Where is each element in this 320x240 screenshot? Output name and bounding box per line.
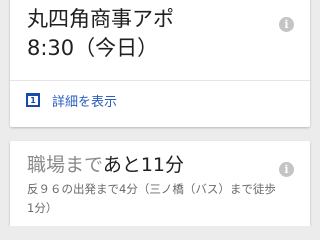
commute-title-eta: あと11分 [102,154,184,176]
card-divider [10,80,310,81]
info-icon[interactable]: i [279,162,294,177]
commute-title-prefix: 職場まで [27,154,103,176]
commute-title: 職場まであと11分 [27,153,184,177]
commute-card[interactable]: 職場まであと11分 i 反９６の出発まで4分（三ノ橋（バス）まで徒歩1分） [10,141,310,226]
event-title: 丸四角商事アポ [27,7,174,31]
commute-description: 反９６の出発まで4分（三ノ橋（バス）まで徒歩1分） [27,182,276,215]
now-cards-screen: 丸四角商事アポ 8:30（今日） i 1 詳細を表示 職場まであと11分 i 反… [0,0,320,226]
calendar-icon: 1 [26,93,40,107]
info-icon[interactable]: i [279,17,294,32]
event-card[interactable]: 丸四角商事アポ 8:30（今日） i 1 詳細を表示 [10,0,310,127]
view-details-label: 詳細を表示 [52,94,118,110]
view-details-link[interactable]: 1 詳細を表示 [26,91,118,110]
event-time: 8:30（今日） [27,36,159,60]
